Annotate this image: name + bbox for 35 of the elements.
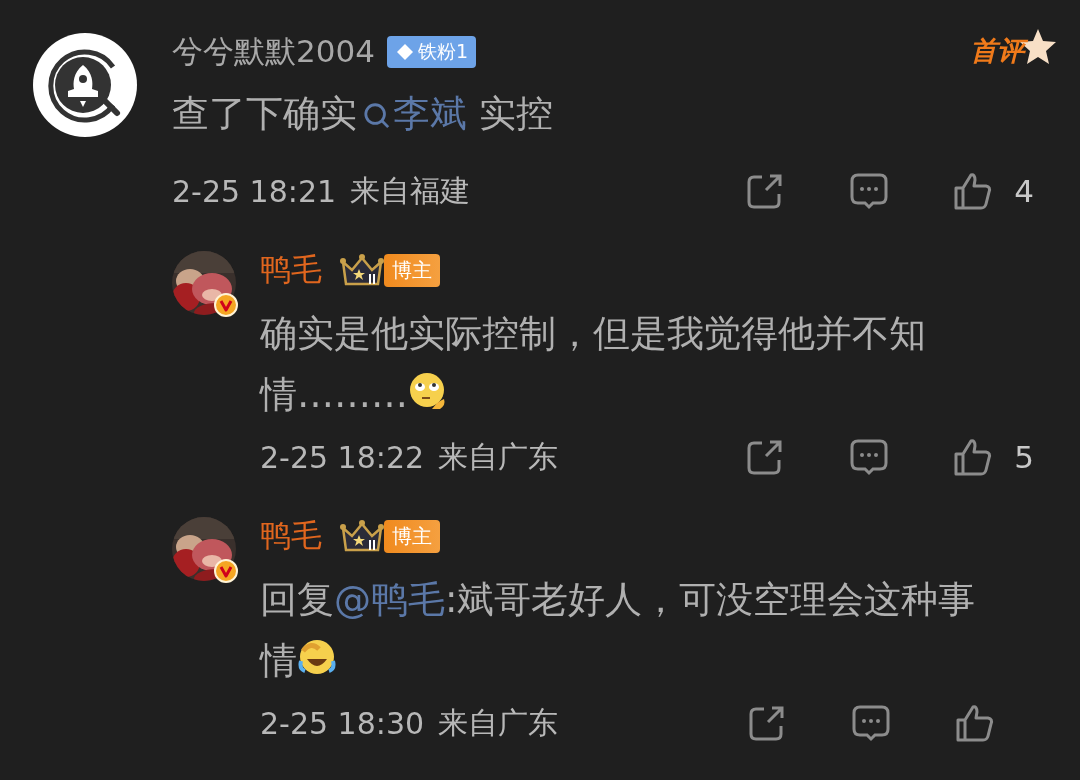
reply-text: 确实是他实际控制，但是我觉得他并不知情……… [260,311,927,418]
username[interactable]: 鸭毛 [260,249,322,291]
crown-icon [340,252,384,288]
avatar-icon [33,33,137,137]
location: 来自广东 [438,437,559,476]
comment-icon[interactable] [852,704,890,742]
like-icon[interactable] [954,438,993,476]
topic-link[interactable]: 李斌 [357,92,467,135]
share-icon[interactable] [748,704,786,742]
timestamp: 2-25 18:30 [260,705,425,741]
reply-text: 回复@鸭毛:斌哥老好人，可没空理会这种事情 [260,577,977,684]
crown-icon [340,518,384,554]
like-count: 5 [1014,439,1034,475]
like-icon[interactable] [954,172,993,210]
username[interactable]: 鸭毛 [260,515,322,557]
search-icon [363,101,391,129]
comment-icon[interactable] [850,438,889,476]
verified-icon [214,559,238,583]
username[interactable]: 兮兮默默2004 [172,31,375,73]
blogger-badge: 博主 [384,519,440,553]
comment-text: 查了下确实 李斌 实控 [172,91,554,137]
timestamp: 2-25 18:22 [260,439,425,475]
like-icon[interactable] [956,704,994,742]
comment-icon[interactable] [850,172,889,210]
emoji-icon [297,637,337,677]
location: 来自福建 [350,171,471,210]
mention-link[interactable]: @鸭毛 [334,578,445,621]
blogger-badge: 博主 [384,253,440,287]
location: 来自广东 [438,703,559,742]
like-count: 4 [1014,173,1034,209]
share-icon[interactable] [746,172,785,210]
fan-badge: 铁粉1 [386,36,476,68]
verified-icon [214,293,238,317]
timestamp: 2-25 18:21 [172,173,337,209]
share-icon[interactable] [746,438,785,476]
